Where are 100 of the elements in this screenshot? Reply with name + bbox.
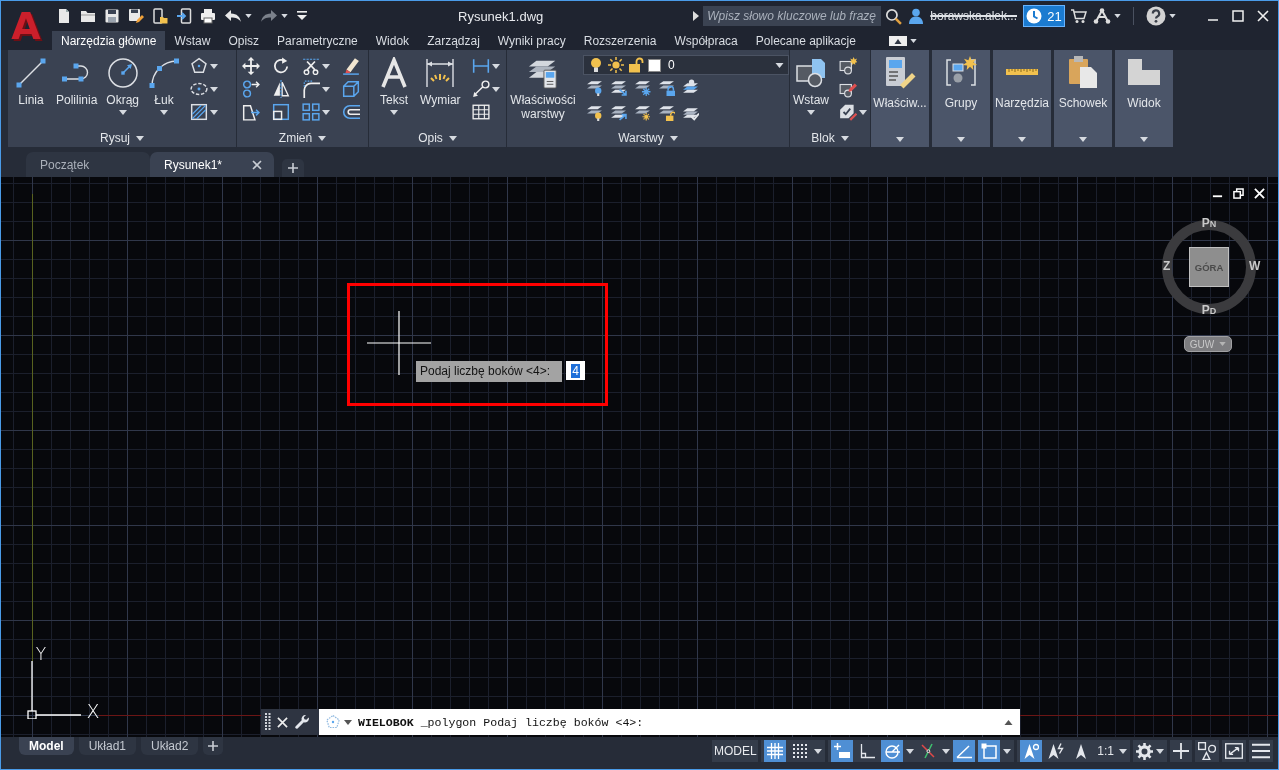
sun-icon[interactable]: [608, 57, 624, 73]
move-icon[interactable]: [242, 57, 260, 75]
caret-icon[interactable]: [896, 137, 904, 142]
layer-sun-icon[interactable]: [634, 103, 651, 121]
user-name[interactable]: borawska.alek...: [930, 9, 1017, 23]
model-space-button[interactable]: MODEL: [712, 740, 759, 762]
layout-tab[interactable]: Układ1: [78, 737, 137, 755]
layer-stack-icon[interactable]: [682, 78, 699, 96]
ribbon-tab[interactable]: Zarządzaj: [418, 31, 489, 50]
compass-ring[interactable]: [1159, 217, 1259, 317]
shape-arrow-icon[interactable]: [242, 103, 260, 121]
compass-label[interactable]: W: [1249, 260, 1261, 273]
document-tab[interactable]: Rysunek1*: [150, 152, 274, 177]
form-pencil-icon[interactable]: [883, 55, 917, 89]
search-icon[interactable]: [885, 7, 903, 25]
plus-icon[interactable]: [288, 163, 298, 173]
hatch-icon[interactable]: [190, 103, 209, 121]
layout-tab[interactable]: Układ2: [141, 737, 199, 755]
annotation-scale-button[interactable]: 1:1: [1095, 744, 1116, 758]
file-icon[interactable]: [56, 8, 72, 24]
scissors-icon[interactable]: [302, 57, 320, 75]
caret-icon[interactable]: [322, 109, 330, 115]
ribbon-tool-button[interactable]: Właściwości warstwy: [507, 55, 579, 121]
caret-icon[interactable]: [160, 110, 169, 115]
caret-icon[interactable]: [1018, 137, 1026, 142]
tablet-folder-icon[interactable]: [152, 8, 168, 24]
dotted-pentagon-icon[interactable]: [325, 714, 341, 730]
caret-icon[interactable]: [491, 63, 500, 69]
dynamic-input-field[interactable]: 4: [566, 361, 585, 380]
brackets-star-icon[interactable]: [944, 55, 978, 89]
tag-check-icon[interactable]: [839, 103, 857, 121]
caret-icon[interactable]: [814, 748, 823, 754]
caret-icon[interactable]: [1140, 137, 1148, 142]
caret-icon[interactable]: [322, 86, 330, 92]
triangle-nodes-icon[interactable]: [1093, 8, 1111, 24]
mirror-icon[interactable]: [272, 80, 290, 98]
layer-lock-icon[interactable]: [658, 78, 675, 96]
ribbon-tool-button[interactable]: Linia: [12, 55, 50, 107]
folder-icon[interactable]: [80, 8, 96, 24]
layer-bulb-icon[interactable]: [586, 103, 603, 121]
ribbon-tool-button[interactable]: Wstaw: [790, 55, 832, 115]
panel-toggle-icon[interactable]: [888, 34, 907, 47]
search-field[interactable]: Wpisz słowo kluczowe lub frazę: [703, 6, 882, 26]
collapsed-panel-button[interactable]: Grupy: [932, 50, 990, 147]
leader-icon[interactable]: [471, 80, 490, 98]
user-icon[interactable]: [908, 8, 925, 24]
caret-icon[interactable]: [136, 135, 144, 141]
rectangle-circle-icon[interactable]: [795, 57, 827, 89]
cube-icon[interactable]: [342, 80, 360, 98]
dimension-lines-icon[interactable]: [424, 57, 457, 89]
caret-icon[interactable]: [775, 62, 784, 68]
caret-icon[interactable]: [1114, 14, 1121, 18]
notifications-button[interactable]: 21: [1023, 5, 1065, 27]
rounded-corner-icon[interactable]: [302, 80, 320, 98]
caret-icon[interactable]: [390, 110, 398, 115]
caret-icon[interactable]: [859, 109, 867, 115]
nested-squares-icon[interactable]: [272, 103, 290, 121]
layer-arrow-icon[interactable]: [610, 103, 627, 121]
ribbon-tool-button[interactable]: Łuk: [145, 55, 184, 115]
rectangle-star-icon[interactable]: [839, 57, 857, 75]
eraser-icon[interactable]: [342, 57, 360, 75]
help-icon[interactable]: [1146, 6, 1166, 26]
ribbon-tab[interactable]: Współpraca: [665, 31, 747, 50]
caret-icon[interactable]: [210, 109, 219, 115]
restore-icon[interactable]: [1233, 188, 1244, 199]
ribbon-tab[interactable]: Narzędzia główne: [52, 31, 166, 50]
pentagon-icon[interactable]: [190, 57, 209, 75]
compass-label[interactable]: Z: [1163, 260, 1171, 273]
ribbon-tab[interactable]: Rozszerzenia: [574, 31, 666, 50]
caret-icon[interactable]: [1169, 14, 1176, 18]
caret-icon[interactable]: [322, 63, 330, 69]
layout-tab[interactable]: Model: [19, 737, 74, 755]
caret-icon[interactable]: [942, 748, 951, 754]
ribbon-tab[interactable]: Parametryczne: [268, 31, 367, 50]
new-tab-button[interactable]: [282, 159, 304, 177]
plus-icon[interactable]: [208, 741, 219, 751]
caret-icon[interactable]: [906, 748, 915, 754]
ribbon-tab[interactable]: Polecane aplikacje: [746, 31, 865, 50]
caret-icon[interactable]: [1119, 748, 1127, 754]
caret-icon[interactable]: [669, 135, 678, 141]
unlock-icon[interactable]: [628, 57, 644, 73]
nested-arcs-icon[interactable]: [342, 103, 360, 121]
layer-unlock-icon[interactable]: [658, 103, 675, 121]
caret-icon[interactable]: [448, 135, 457, 141]
menu-icon[interactable]: [1252, 742, 1270, 760]
table-icon[interactable]: [471, 103, 490, 121]
rotate-icon[interactable]: [272, 57, 290, 75]
ribbon-tool-button[interactable]: Okrąg: [103, 55, 143, 115]
cart-icon[interactable]: [1071, 8, 1087, 24]
settings-icon[interactable]: [1136, 742, 1153, 760]
undo-icon[interactable]: [224, 8, 242, 24]
plus-icon[interactable]: [1173, 743, 1189, 759]
ribbon-tab[interactable]: Wstaw: [165, 31, 220, 50]
panel-title-button[interactable]: Rysuj: [8, 129, 236, 147]
four-squares-icon[interactable]: [302, 103, 320, 121]
panel-title-button[interactable]: Opis: [369, 129, 506, 147]
document-tab[interactable]: Początek: [26, 152, 150, 177]
wrench-icon[interactable]: [294, 714, 310, 730]
lightbulb-icon[interactable]: [588, 57, 604, 73]
layer-bulb-icon[interactable]: [586, 78, 603, 96]
